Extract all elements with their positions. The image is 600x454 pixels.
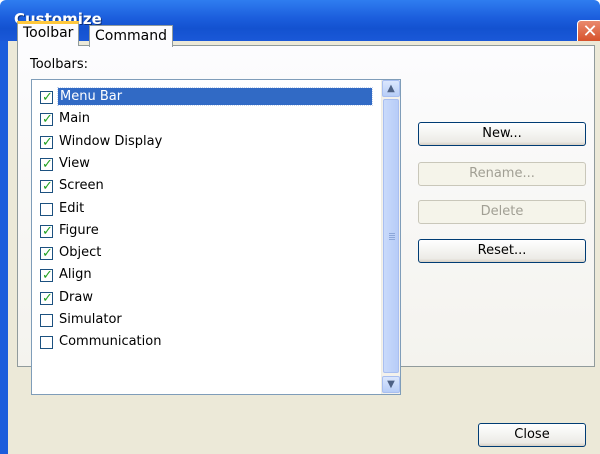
checkmark-icon: ✓ — [42, 112, 53, 128]
toolbar-item-label: View — [59, 155, 90, 171]
toolbar-list-item[interactable]: ✓ Figure — [32, 221, 377, 243]
new-button[interactable]: New... — [418, 122, 586, 146]
toolbars-listbox[interactable]: ✓ Menu Bar ✓ Main ✓ Window Display ✓ View ✓ Scree… — [31, 79, 401, 395]
checkmark-icon: ✓ — [42, 179, 53, 195]
scroll-thumb[interactable] — [383, 99, 399, 373]
rename-button[interactable]: Rename... — [418, 162, 586, 186]
toolbar-item-label: Main — [59, 111, 91, 127]
toolbar-list-item[interactable]: ✓ Main — [32, 109, 377, 131]
window-frame — [0, 41, 8, 454]
checkmark-icon: ✓ — [42, 290, 53, 306]
toolbar-checkbox[interactable]: ✓ — [40, 156, 53, 172]
tab-toolbar[interactable]: Toolbar — [17, 21, 80, 46]
toolbar-checkbox[interactable] — [40, 336, 53, 350]
toolbar-checkbox[interactable]: ✓ — [40, 179, 53, 195]
toolbar-checkbox[interactable]: ✓ — [40, 134, 53, 150]
toolbar-list-item[interactable]: ✓ Screen — [32, 176, 377, 198]
checkmark-icon: ✓ — [42, 268, 53, 284]
toolbar-list-item[interactable]: ✓ Menu Bar — [32, 87, 377, 109]
toolbar-checkbox[interactable]: ✓ — [40, 223, 53, 239]
toolbar-list-item[interactable]: ✓ View — [32, 154, 377, 176]
listbox-scrollbar[interactable]: ▲ ▼ — [381, 80, 400, 394]
scroll-grip — [389, 239, 395, 240]
toolbar-list-item[interactable]: Communication — [32, 332, 377, 354]
tab-command[interactable]: Command — [89, 25, 173, 47]
toolbar-checkbox[interactable]: ✓ — [40, 246, 53, 262]
toolbar-list-item[interactable]: Simulator — [32, 310, 377, 332]
scroll-up-icon[interactable]: ▲ — [382, 80, 400, 97]
toolbar-list-item[interactable]: ✓ Object — [32, 243, 377, 265]
delete-button[interactable]: Delete — [418, 200, 586, 224]
toolbar-item-label: Screen — [59, 178, 104, 194]
toolbar-item-label: Menu Bar — [57, 87, 373, 106]
toolbar-item-label: Figure — [59, 222, 99, 238]
toolbar-item-label: Window Display — [59, 133, 163, 149]
toolbar-checkbox[interactable]: ✓ — [40, 90, 53, 105]
toolbar-list-item[interactable]: ✓ Draw — [32, 288, 377, 310]
toolbar-item-label: Align — [59, 267, 92, 283]
checkmark-icon: ✓ — [42, 246, 53, 262]
close-button[interactable]: Close — [478, 423, 586, 447]
reset-button[interactable]: Reset... — [418, 239, 586, 263]
toolbar-item-label: Draw — [59, 289, 93, 305]
toolbar-checkbox[interactable] — [40, 202, 53, 216]
toolbar-item-label: Edit — [59, 200, 85, 216]
toolbar-item-label: Communication — [59, 334, 162, 350]
scroll-grip — [389, 233, 395, 234]
checkmark-icon: ✓ — [42, 134, 53, 150]
checkmark-icon: ✓ — [42, 223, 53, 239]
checkmark-icon: ✓ — [42, 156, 53, 172]
toolbar-list-item[interactable]: ✓ Window Display — [32, 132, 377, 154]
scroll-down-icon[interactable]: ▼ — [382, 376, 400, 393]
toolbars-label: Toolbars: — [30, 57, 88, 72]
scroll-grip — [389, 237, 395, 238]
toolbar-item-label: Object — [59, 245, 102, 261]
scroll-grip — [389, 235, 395, 236]
toolbar-checkbox[interactable]: ✓ — [40, 268, 53, 284]
toolbar-checkbox[interactable]: ✓ — [40, 290, 53, 306]
checkmark-icon: ✓ — [42, 90, 53, 105]
toolbar-checkbox[interactable] — [40, 314, 53, 327]
toolbar-item-label: Simulator — [59, 312, 122, 327]
toolbar-checkbox[interactable]: ✓ — [40, 112, 53, 128]
toolbar-list-item[interactable]: Edit — [32, 199, 377, 221]
toolbar-list-item[interactable]: ✓ Align — [32, 265, 377, 287]
